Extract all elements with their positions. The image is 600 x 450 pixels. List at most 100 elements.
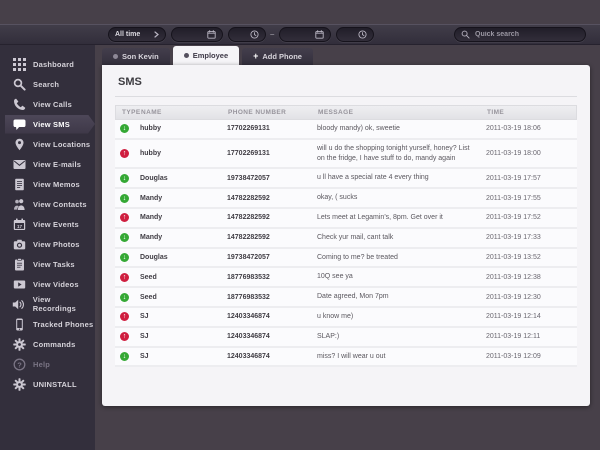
- sms-name: Seed: [140, 293, 157, 301]
- sidebar-item-help[interactable]: ? Help: [0, 354, 95, 374]
- table-row[interactable]: ↓ Douglas 19738472057 u ll have a specia…: [115, 169, 577, 190]
- page-title: SMS: [118, 76, 142, 88]
- sidebar-item-view-sms[interactable]: View SMS: [0, 114, 95, 134]
- tab-label: Add Phone: [262, 52, 302, 61]
- sms-name: SJ: [140, 313, 149, 321]
- sms-time: 2011-03-19 17:52: [486, 214, 541, 222]
- time-range-value: All time: [115, 31, 141, 38]
- column-header-type: TYPE: [122, 109, 141, 116]
- tab-add-phone[interactable]: + Add Phone: [242, 48, 313, 65]
- table-row[interactable]: ↑ Seed 18776983532 10Q see ya 2011-03-19…: [115, 268, 577, 289]
- sidebar-item-view-events[interactable]: 17 View Events: [0, 214, 95, 234]
- sidebar-item-label: Dashboard: [33, 59, 74, 69]
- table-row[interactable]: ↓ Douglas 19738472057 Coming to me? be t…: [115, 248, 577, 269]
- sidebar-item-label: UNINSTALL: [33, 379, 77, 389]
- outgoing-sms-icon: ↑: [120, 213, 129, 223]
- table-row[interactable]: ↓ Mandy 14782282592 Check yur mail, cant…: [115, 228, 577, 249]
- quick-search-box[interactable]: [454, 27, 586, 42]
- sidebar-item-label: View E-mails: [33, 159, 82, 169]
- sidebar-item-view-locations[interactable]: View Locations: [0, 134, 95, 154]
- clipboard-tasks-icon: [12, 257, 26, 271]
- end-time-input[interactable]: [336, 27, 375, 42]
- sms-name: Mandy: [140, 214, 163, 222]
- sidebar-item-label: Commands: [33, 339, 76, 349]
- sidebar-item-view-recordings[interactable]: View Recordings: [0, 294, 95, 314]
- outgoing-sms-icon: ↑: [120, 272, 129, 282]
- sms-phone: 12403346874: [227, 333, 270, 341]
- sidebar-item-commands[interactable]: Commands: [0, 334, 95, 354]
- svg-text:17: 17: [16, 224, 22, 229]
- phone-status-dot: [113, 54, 118, 59]
- start-date-input[interactable]: [171, 27, 223, 42]
- sidebar-item-view-photos[interactable]: View Photos: [0, 234, 95, 254]
- dashboard-grid-icon: [12, 57, 26, 71]
- sms-phone: 17702269131: [227, 150, 270, 158]
- table-row[interactable]: ↑ Mandy 14782282592 Lets meet at Legamin…: [115, 208, 577, 229]
- sms-table-body: ↓ hubby 17702269131 bloody mandy) ok, sw…: [115, 120, 577, 368]
- app-window: All time – Dashboa: [0, 0, 600, 450]
- sidebar-item-tracked-phones[interactable]: Tracked Phones: [0, 314, 95, 334]
- column-header-message: MESSAGE: [318, 109, 354, 116]
- column-header-time: TIME: [487, 109, 505, 116]
- sidebar-item-label: View Calls: [33, 99, 72, 109]
- envelope-icon: [12, 158, 26, 171]
- sidebar-item-view-videos[interactable]: View Videos: [0, 274, 95, 294]
- sidebar-item-view-contacts[interactable]: View Contacts: [0, 194, 95, 214]
- incoming-sms-icon: ↓: [120, 351, 129, 361]
- sidebar-item-label: View SMS: [33, 119, 70, 129]
- calendar-events-icon: 17: [12, 218, 26, 231]
- memo-document-icon: [12, 178, 26, 191]
- sidebar-item-view-calls[interactable]: View Calls: [0, 94, 95, 114]
- table-row[interactable]: ↑ SJ 12403346874 u know me) 2011-03-19 1…: [115, 307, 577, 328]
- quick-search-input[interactable]: [475, 31, 575, 38]
- outgoing-sms-icon: ↑: [120, 332, 129, 342]
- sidebar-item-view-memos[interactable]: View Memos: [0, 174, 95, 194]
- sidebar-item-search[interactable]: Search: [0, 74, 95, 94]
- time-range-dropdown[interactable]: All time: [108, 27, 166, 42]
- table-row[interactable]: ↑ SJ 12403346874 SLAP:) 2011-03-19 12:11: [115, 327, 577, 348]
- sidebar-item-view-tasks[interactable]: View Tasks: [0, 254, 95, 274]
- search-icon: [12, 78, 26, 91]
- date-filter-group: All time –: [108, 27, 375, 42]
- sidebar-item-label: View Recordings: [32, 295, 77, 313]
- start-time-input[interactable]: [228, 27, 266, 42]
- outgoing-sms-icon: ↑: [120, 312, 129, 322]
- divider: [115, 96, 577, 97]
- sidebar: Dashboard Search View Calls View SMS Vie…: [0, 45, 95, 450]
- sidebar-item-label: View Photos: [33, 239, 80, 249]
- sms-phone: 19738472057: [227, 253, 270, 261]
- tab-label: Employee: [192, 51, 229, 60]
- sidebar-item-uninstall[interactable]: UNINSTALL: [0, 374, 95, 394]
- sidebar-item-dashboard[interactable]: Dashboard: [0, 54, 95, 74]
- sms-table: TYPE NAME PHONE NUMBER MESSAGE TIME ↓ hu…: [115, 105, 577, 368]
- tab-employee[interactable]: Employee: [172, 46, 240, 65]
- sms-name: SJ: [140, 333, 149, 341]
- contacts-people-icon: [12, 198, 26, 211]
- tab-son-kevin[interactable]: Son Kevin: [102, 48, 170, 65]
- table-row[interactable]: ↓ Mandy 14782282592 okay, ( sucks 2011-0…: [115, 189, 577, 209]
- sms-phone: 12403346874: [227, 313, 270, 321]
- sms-phone: 14782282592: [227, 194, 270, 202]
- table-row[interactable]: ↓ SJ 12403346874 miss? I will wear u out…: [115, 347, 577, 368]
- sidebar-item-view-emails[interactable]: View E-mails: [0, 154, 95, 174]
- sms-time: 2011-03-19 17:57: [486, 174, 541, 182]
- sms-name: hubby: [140, 150, 161, 158]
- table-row[interactable]: ↓ hubby 17702269131 bloody mandy) ok, sw…: [115, 120, 577, 140]
- incoming-sms-icon: ↓: [120, 173, 129, 183]
- sms-bubble-icon: [12, 118, 26, 131]
- sms-phone: 12403346874: [227, 352, 270, 360]
- tab-label: Son Kevin: [122, 52, 159, 61]
- table-row[interactable]: ↑ hubby 17702269131 will u do the shoppi…: [115, 139, 577, 170]
- main-content: Son Kevin Employee + Add Phone SMS TYPE …: [95, 45, 600, 450]
- sms-name: Mandy: [140, 194, 163, 202]
- sms-message: bloody mandy) ok, sweetie: [317, 125, 400, 132]
- table-row[interactable]: ↓ Seed 18776983532 Date agreed, Mon 7pm …: [115, 288, 577, 308]
- top-toolbar: All time –: [0, 24, 600, 45]
- incoming-sms-icon: ↓: [120, 292, 129, 302]
- sms-phone: 19738472057: [227, 174, 270, 182]
- end-date-input[interactable]: [279, 27, 332, 42]
- sms-time: 2011-03-19 18:00: [486, 150, 541, 158]
- column-header-phone: PHONE NUMBER: [228, 109, 287, 116]
- sms-message: u know me): [317, 312, 354, 320]
- sidebar-item-label: Tracked Phones: [33, 319, 94, 329]
